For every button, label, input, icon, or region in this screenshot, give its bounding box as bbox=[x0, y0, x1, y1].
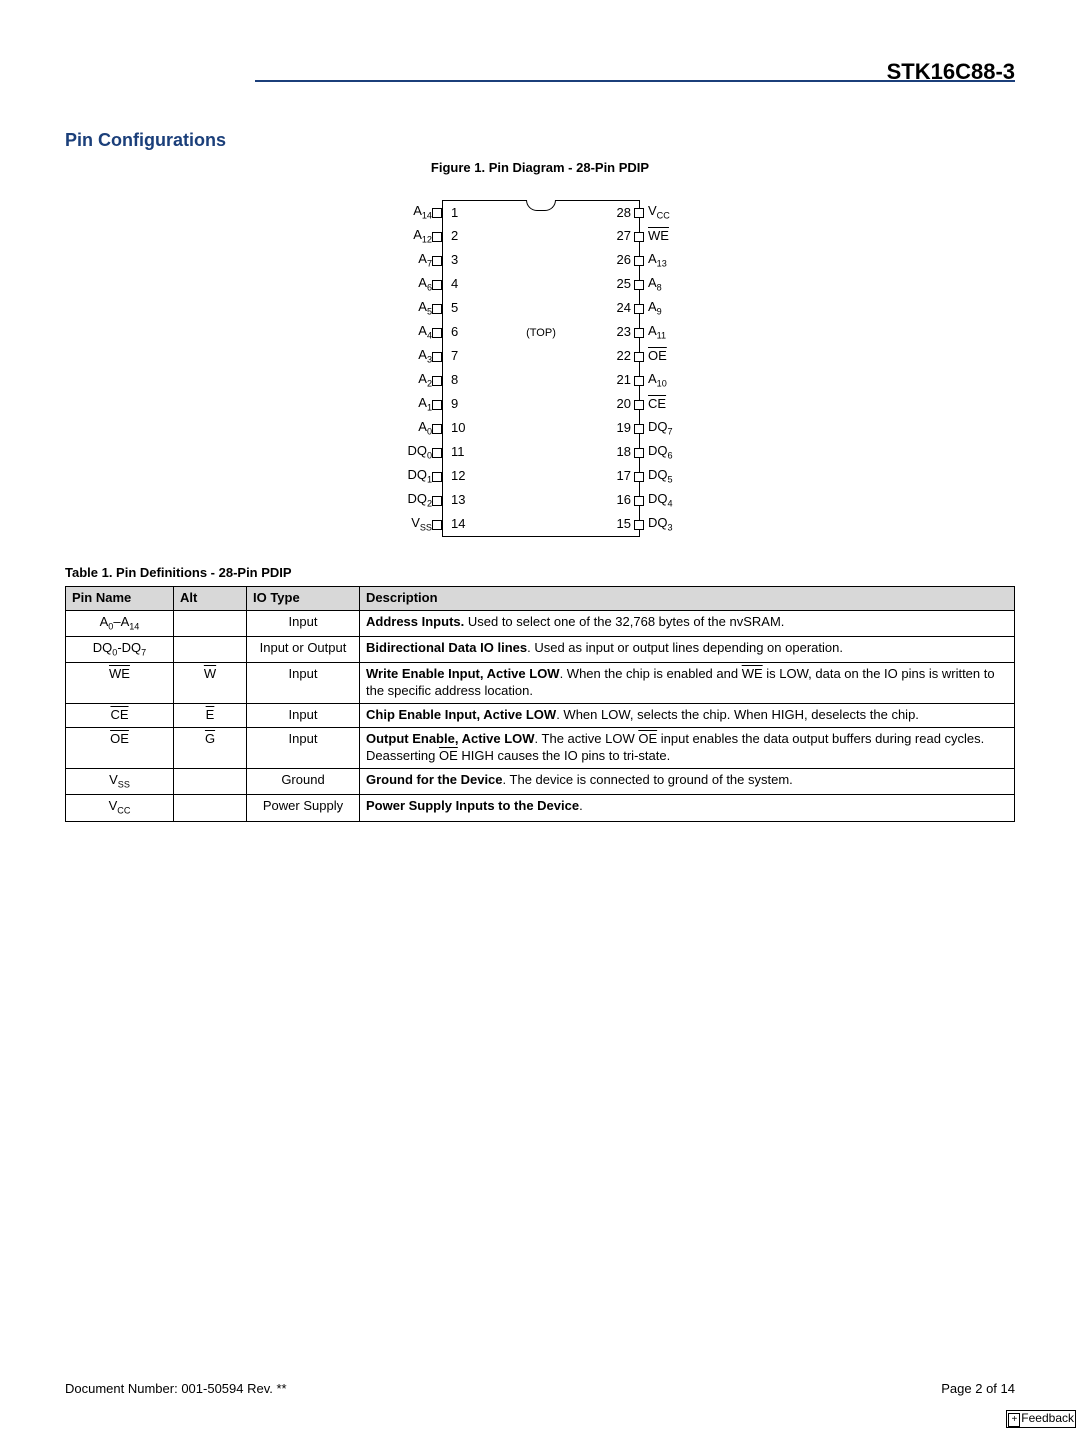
pin-definitions-table: Pin NameAltIO TypeDescription A0–A14Inpu… bbox=[65, 586, 1015, 822]
page-footer: Document Number: 001-50594 Rev. ** Page … bbox=[65, 1381, 1015, 1398]
section-title: Pin Configurations bbox=[65, 129, 1015, 152]
pin-diagram: A14128VCCA12227WEA7326A13A6425A8A5524A9A… bbox=[65, 201, 1015, 537]
table-row: CEEInputChip Enable Input, Active LOW. W… bbox=[66, 704, 1015, 728]
table-row: A0–A14InputAddress Inputs. Used to selec… bbox=[66, 610, 1015, 636]
table-row: WEWInputWrite Enable Input, Active LOW. … bbox=[66, 663, 1015, 704]
table-row: VCCPower SupplyPower Supply Inputs to th… bbox=[66, 795, 1015, 821]
table-header: Alt bbox=[174, 586, 247, 610]
pin-row: A5524A9 bbox=[388, 297, 692, 321]
pin-row: A7326A13 bbox=[388, 249, 692, 273]
part-number: STK16C88-3 bbox=[65, 58, 1015, 87]
pin-row: A6425A8 bbox=[388, 273, 692, 297]
page-number: Page 2 of 14 bbox=[941, 1381, 1015, 1398]
table-caption: Table 1. Pin Definitions - 28-Pin PDIP bbox=[65, 565, 1015, 582]
pin-row: DQ01118DQ6 bbox=[388, 441, 692, 465]
feedback-label: Feedback bbox=[1021, 1411, 1074, 1425]
pin-row: A01019DQ7 bbox=[388, 417, 692, 441]
table-header: Description bbox=[360, 586, 1015, 610]
feedback-button[interactable]: +Feedback bbox=[1006, 1410, 1076, 1428]
table-row: VSSGroundGround for the Device. The devi… bbox=[66, 768, 1015, 794]
plus-icon: + bbox=[1008, 1413, 1020, 1427]
pin-row: DQ11217DQ5 bbox=[388, 465, 692, 489]
pin-row: A4623(TOP)A11 bbox=[388, 321, 692, 345]
pin-row: A14128VCC bbox=[388, 201, 692, 225]
pin-row: A3722OE bbox=[388, 345, 692, 369]
pin-row: A1920CE bbox=[388, 393, 692, 417]
pin-row: A12227WE bbox=[388, 225, 692, 249]
pin-row: DQ21316DQ4 bbox=[388, 489, 692, 513]
pin-row: VSS1415DQ3 bbox=[388, 513, 692, 537]
pin-row: A2821A10 bbox=[388, 369, 692, 393]
doc-number: Document Number: 001-50594 Rev. ** bbox=[65, 1381, 287, 1398]
figure-caption: Figure 1. Pin Diagram - 28-Pin PDIP bbox=[65, 160, 1015, 177]
table-header: Pin Name bbox=[66, 586, 174, 610]
table-row: DQ0-DQ7Input or OutputBidirectional Data… bbox=[66, 637, 1015, 663]
table-header: IO Type bbox=[247, 586, 360, 610]
table-row: OEGInputOutput Enable, Active LOW. The a… bbox=[66, 728, 1015, 769]
